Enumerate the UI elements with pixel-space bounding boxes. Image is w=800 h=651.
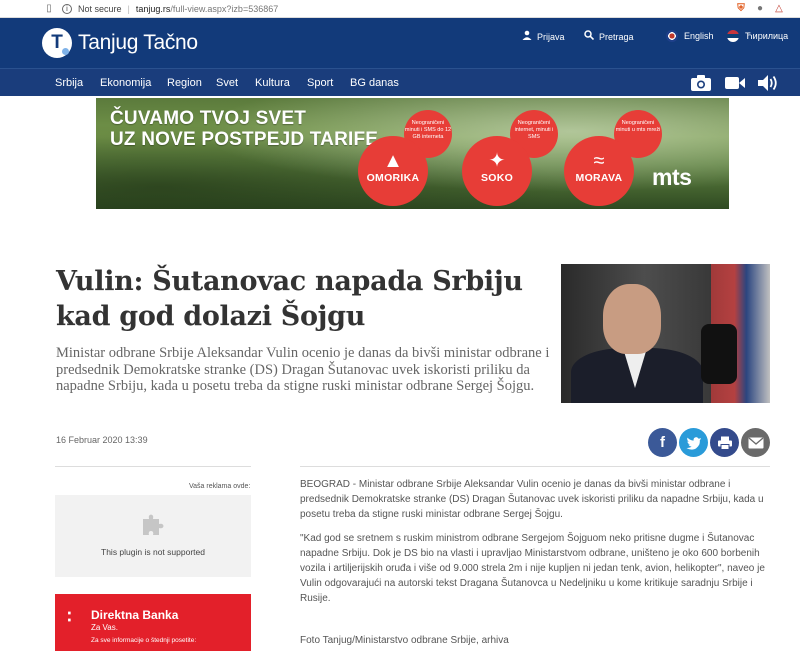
- english-label: English: [684, 31, 714, 41]
- url-host[interactable]: tanjug.rs: [136, 4, 171, 14]
- serbia-flag-icon: [727, 30, 739, 42]
- nav-item-ekonomija[interactable]: Ekonomija: [100, 77, 151, 89]
- login-label: Prijava: [537, 31, 565, 42]
- photo-credit: Foto Tanjug/Ministarstvo odbrane Srbije,…: [300, 635, 509, 646]
- banner-headline: ČUVAMO TVOJ SVET UZ NOVE POSTPEJD TARIFE: [110, 108, 378, 150]
- url-path[interactable]: /full-view.aspx?izb=536867: [170, 4, 278, 14]
- falcon-icon: ✦: [488, 150, 506, 172]
- search-icon: [584, 30, 595, 43]
- mts-logo: mts: [652, 164, 692, 190]
- article-lead: Ministar odbrane Srbije Aleksandar Vulin…: [56, 345, 550, 394]
- cyrillic-language-link[interactable]: Ћирилица: [727, 30, 788, 42]
- twitter-icon: [686, 436, 701, 450]
- brave-shield-icon[interactable]: ⛨: [734, 2, 748, 16]
- share-twitter-button[interactable]: [679, 428, 708, 457]
- print-button[interactable]: [710, 428, 739, 457]
- plan-soko-label: SOKO: [480, 172, 514, 184]
- photo-microphone: [701, 324, 737, 384]
- plan-omorika: ▲ OMORIKA: [358, 136, 428, 206]
- nav-item-svet[interactable]: Svet: [216, 77, 238, 89]
- article-photo[interactable]: [561, 264, 770, 403]
- url-separator: |: [127, 3, 130, 14]
- content-divider: [300, 466, 770, 467]
- river-waves-icon: ≈: [593, 150, 605, 172]
- logo-mark: T: [42, 28, 72, 58]
- rewards-triangle-icon[interactable]: △: [772, 2, 786, 16]
- security-status: Not secure: [78, 3, 122, 14]
- login-link[interactable]: Prijava: [522, 30, 565, 43]
- facebook-icon: f: [660, 434, 665, 451]
- mts-ad-banner[interactable]: ČUVAMO TVOJ SVET UZ NOVE POSTPEJD TARIFE…: [96, 98, 729, 209]
- article-date: 16 Februar 2020 13:39: [56, 435, 148, 445]
- browser-address-bar[interactable]: ▯ i Not secure | tanjug.rs /full-view.as…: [0, 0, 800, 18]
- camera-icon[interactable]: [690, 73, 712, 93]
- printer-icon: [717, 436, 732, 450]
- article-quote-paragraph: "Kad god se sretnem s ruskim ministrom o…: [300, 533, 765, 604]
- video-icon[interactable]: [724, 73, 746, 93]
- info-icon[interactable]: i: [62, 3, 72, 14]
- plan-morava: ≈ MORAVA: [564, 136, 634, 206]
- direktna-banka-ad[interactable]: ∶ Direktna Banka Za Vas. Za sve informac…: [55, 594, 251, 651]
- share-facebook-button[interactable]: f: [648, 428, 677, 457]
- ad-label: Vaša reklama ovde:: [189, 483, 251, 490]
- site-logo[interactable]: T Tanjug Tačno: [42, 28, 198, 58]
- pine-tree-icon: ▲: [383, 150, 403, 172]
- bank-name: Direktna Banka: [91, 608, 179, 622]
- bookmark-icon[interactable]: ▯: [42, 3, 56, 14]
- envelope-icon: [748, 437, 763, 448]
- bank-slogan: Za Vas.: [91, 623, 118, 632]
- search-link[interactable]: Pretraga: [584, 30, 634, 43]
- banner-headline-line-1: ČUVAMO TVOJ SVET: [110, 108, 307, 129]
- bank-info: Za sve informacije o štednji posetite:: [91, 637, 197, 644]
- nav-item-kultura[interactable]: Kultura: [255, 77, 290, 89]
- site-header: T Tanjug Tačno Prijava Pretraga English …: [0, 18, 800, 68]
- plan-soko: ✦ SOKO: [462, 136, 532, 206]
- cyrillic-label: Ћирилица: [745, 31, 789, 41]
- uk-flag-icon: [666, 30, 678, 42]
- logo-text: Tanjug Tačno: [78, 31, 198, 54]
- search-label: Pretraga: [599, 31, 634, 42]
- sidebar-divider: [55, 466, 251, 467]
- banner-headline-line-2: UZ NOVE POSTPEJD TARIFE: [110, 129, 379, 150]
- nav-item-region[interactable]: Region: [167, 77, 202, 89]
- extension-icon[interactable]: ●: [753, 2, 767, 16]
- plan-morava-label: MORAVA: [575, 172, 623, 184]
- audio-icon[interactable]: [757, 73, 779, 93]
- puzzle-piece-icon: [143, 514, 164, 535]
- english-language-link[interactable]: English: [666, 30, 714, 42]
- plugin-message: This plugin is not supported: [101, 547, 205, 557]
- nav-item-srbija[interactable]: Srbija: [55, 77, 83, 89]
- email-share-button[interactable]: [741, 428, 770, 457]
- unsupported-plugin-box[interactable]: This plugin is not supported: [55, 495, 251, 577]
- bank-logo-icon: ∶: [67, 607, 72, 627]
- photo-person-head: [603, 284, 661, 354]
- user-icon: [522, 30, 532, 43]
- plan-omorika-label: OMORIKA: [366, 172, 420, 184]
- article-title: Vulin: Šutanovac napada Srbiju kad god d…: [56, 266, 523, 332]
- main-navigation: Srbija Ekonomija Region Svet Kultura Spo…: [0, 68, 800, 96]
- nav-item-bg-danas[interactable]: BG danas: [350, 77, 399, 89]
- article-paragraph: BEOGRAD - Ministar odbrane Srbije Aleksa…: [300, 479, 764, 520]
- nav-item-sport[interactable]: Sport: [307, 77, 333, 89]
